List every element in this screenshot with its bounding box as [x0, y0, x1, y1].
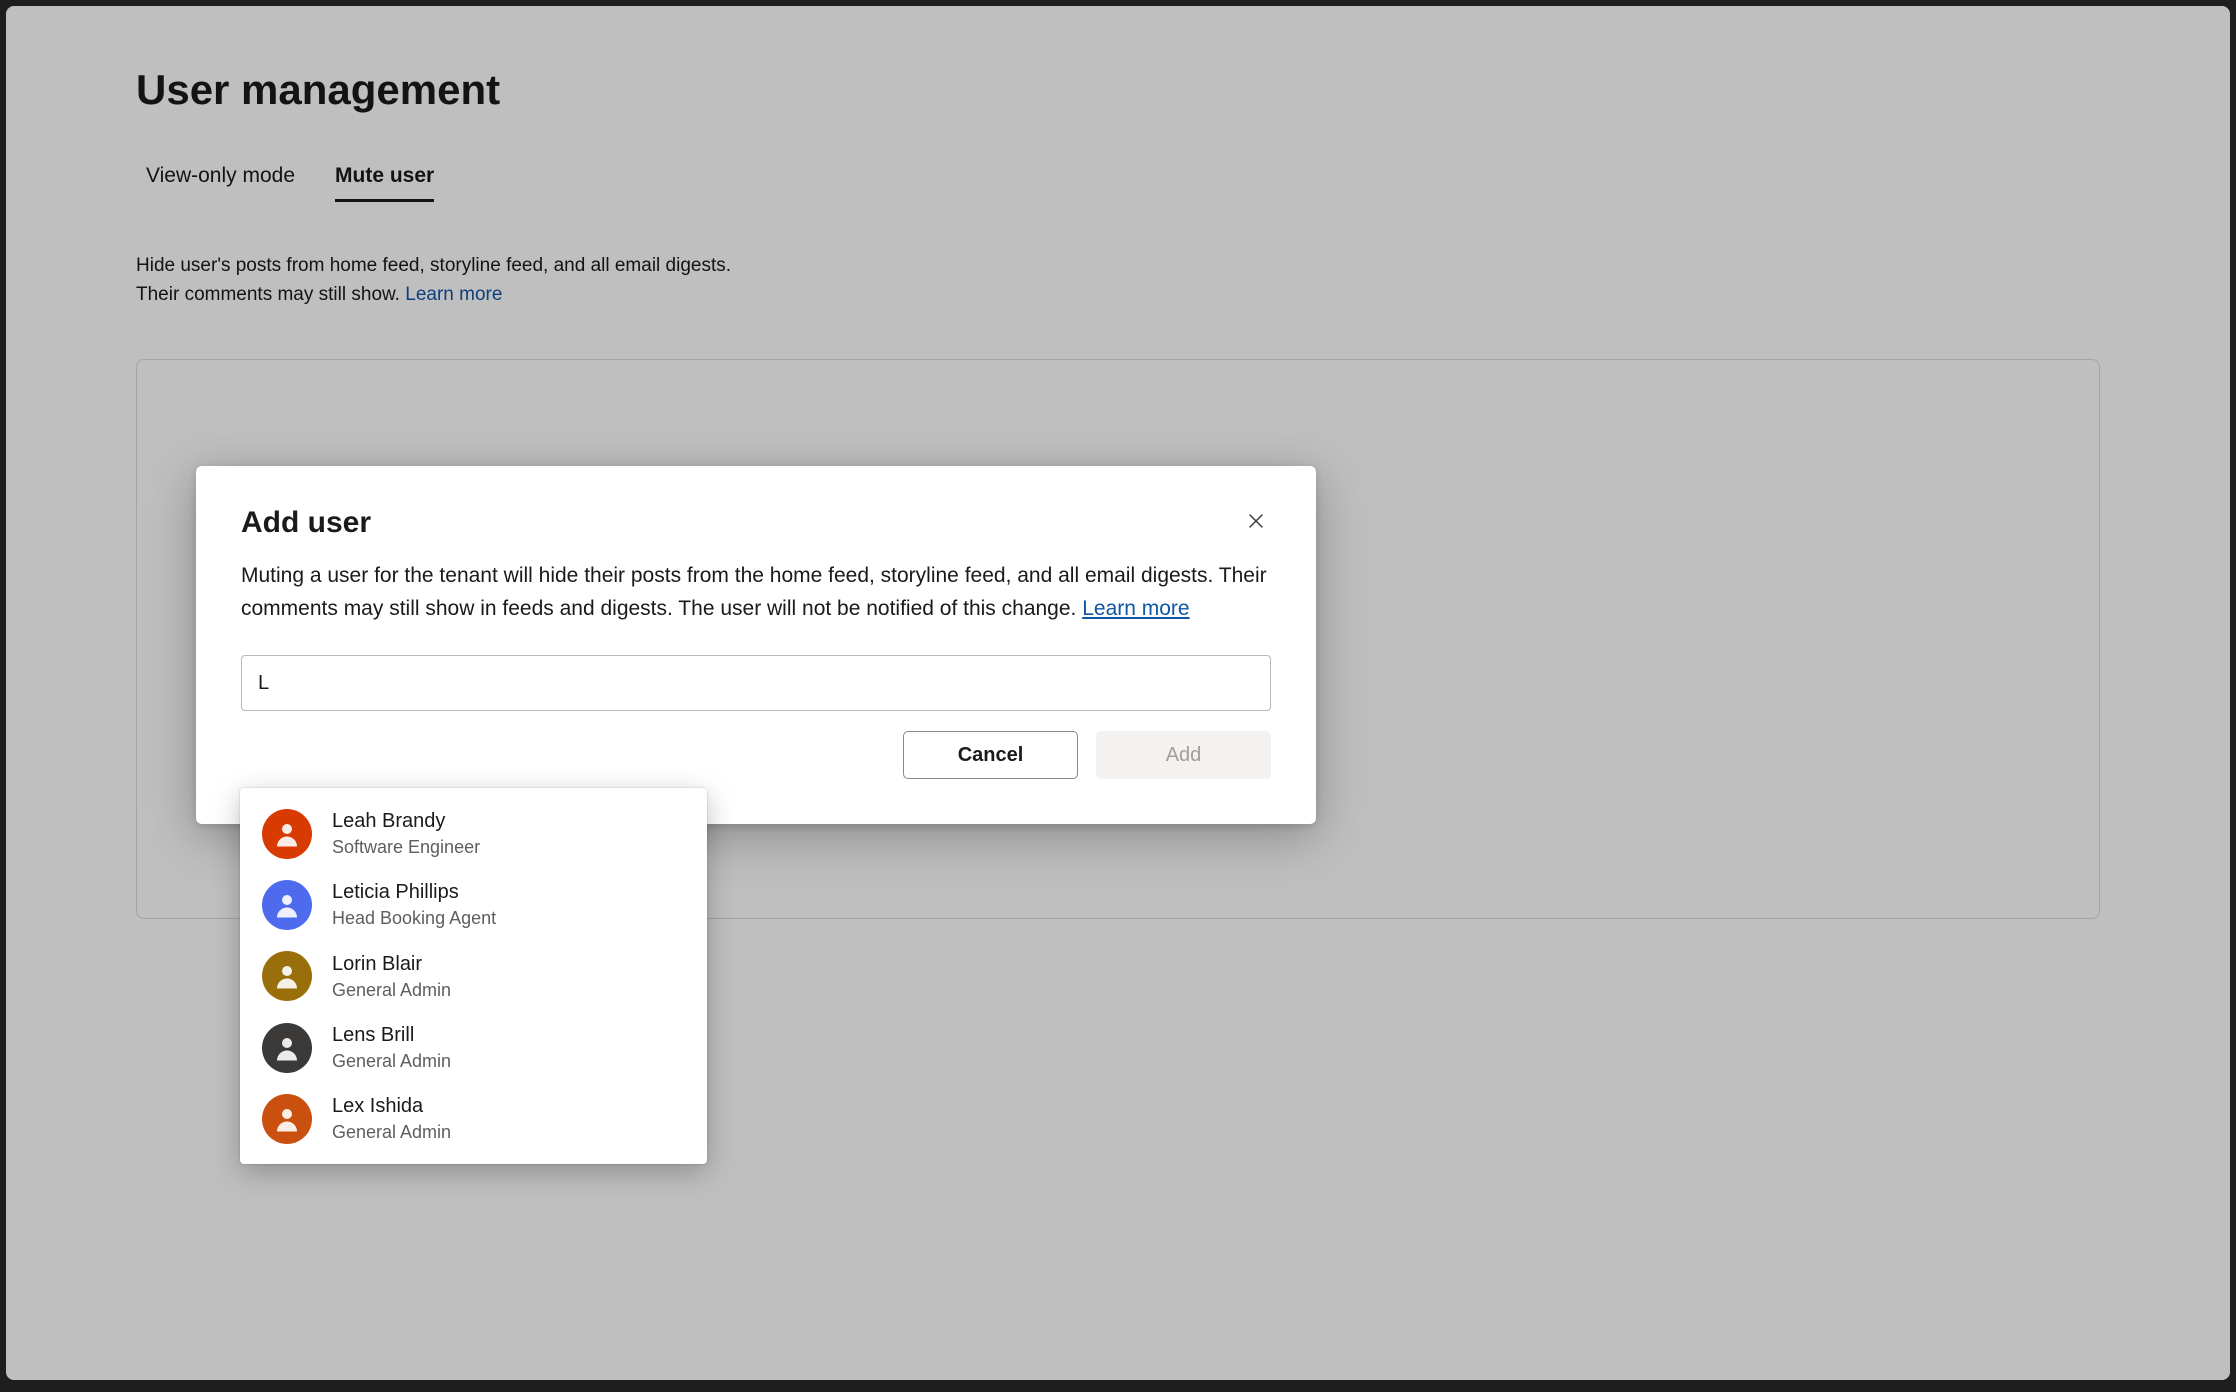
modal-learn-more-link[interactable]: Learn more: [1082, 597, 1189, 620]
suggestion-name: Lex Ishida: [332, 1093, 451, 1120]
suggestion-item[interactable]: Leah BrandySoftware Engineer: [240, 798, 707, 869]
avatar: [262, 1094, 312, 1144]
close-icon: [1245, 510, 1267, 532]
suggestion-text: Lex IshidaGeneral Admin: [332, 1093, 451, 1144]
cancel-button[interactable]: Cancel: [903, 731, 1078, 779]
avatar: [262, 809, 312, 859]
add-user-modal: Add user Muting a user for the tenant wi…: [196, 466, 1316, 824]
suggestion-role: Head Booking Agent: [332, 906, 496, 930]
avatar: [262, 1023, 312, 1073]
suggestion-text: Lorin BlairGeneral Admin: [332, 951, 451, 1002]
close-button[interactable]: [1241, 506, 1271, 541]
user-search-input[interactable]: [241, 655, 1271, 711]
suggestion-item[interactable]: Lens BrillGeneral Admin: [240, 1012, 707, 1083]
modal-description: Muting a user for the tenant will hide t…: [241, 560, 1271, 625]
suggestion-name: Leah Brandy: [332, 808, 480, 835]
suggestion-role: General Admin: [332, 1120, 451, 1144]
avatar: [262, 951, 312, 1001]
suggestion-item[interactable]: Leticia PhillipsHead Booking Agent: [240, 869, 707, 940]
add-button: Add: [1096, 731, 1271, 779]
suggestion-name: Lorin Blair: [332, 951, 451, 978]
suggestion-text: Leah BrandySoftware Engineer: [332, 808, 480, 859]
modal-title: Add user: [241, 506, 371, 540]
suggestion-item[interactable]: Lex IshidaGeneral Admin: [240, 1083, 707, 1154]
suggestion-item[interactable]: Lorin BlairGeneral Admin: [240, 941, 707, 1012]
user-suggestions-dropdown: Leah BrandySoftware Engineer Leticia Phil…: [240, 788, 707, 1164]
suggestion-name: Lens Brill: [332, 1022, 451, 1049]
suggestion-name: Leticia Phillips: [332, 879, 496, 906]
suggestion-role: Software Engineer: [332, 835, 480, 859]
suggestion-text: Leticia PhillipsHead Booking Agent: [332, 879, 496, 930]
suggestion-text: Lens BrillGeneral Admin: [332, 1022, 451, 1073]
suggestion-role: General Admin: [332, 978, 451, 1002]
avatar: [262, 880, 312, 930]
suggestion-role: General Admin: [332, 1049, 451, 1073]
